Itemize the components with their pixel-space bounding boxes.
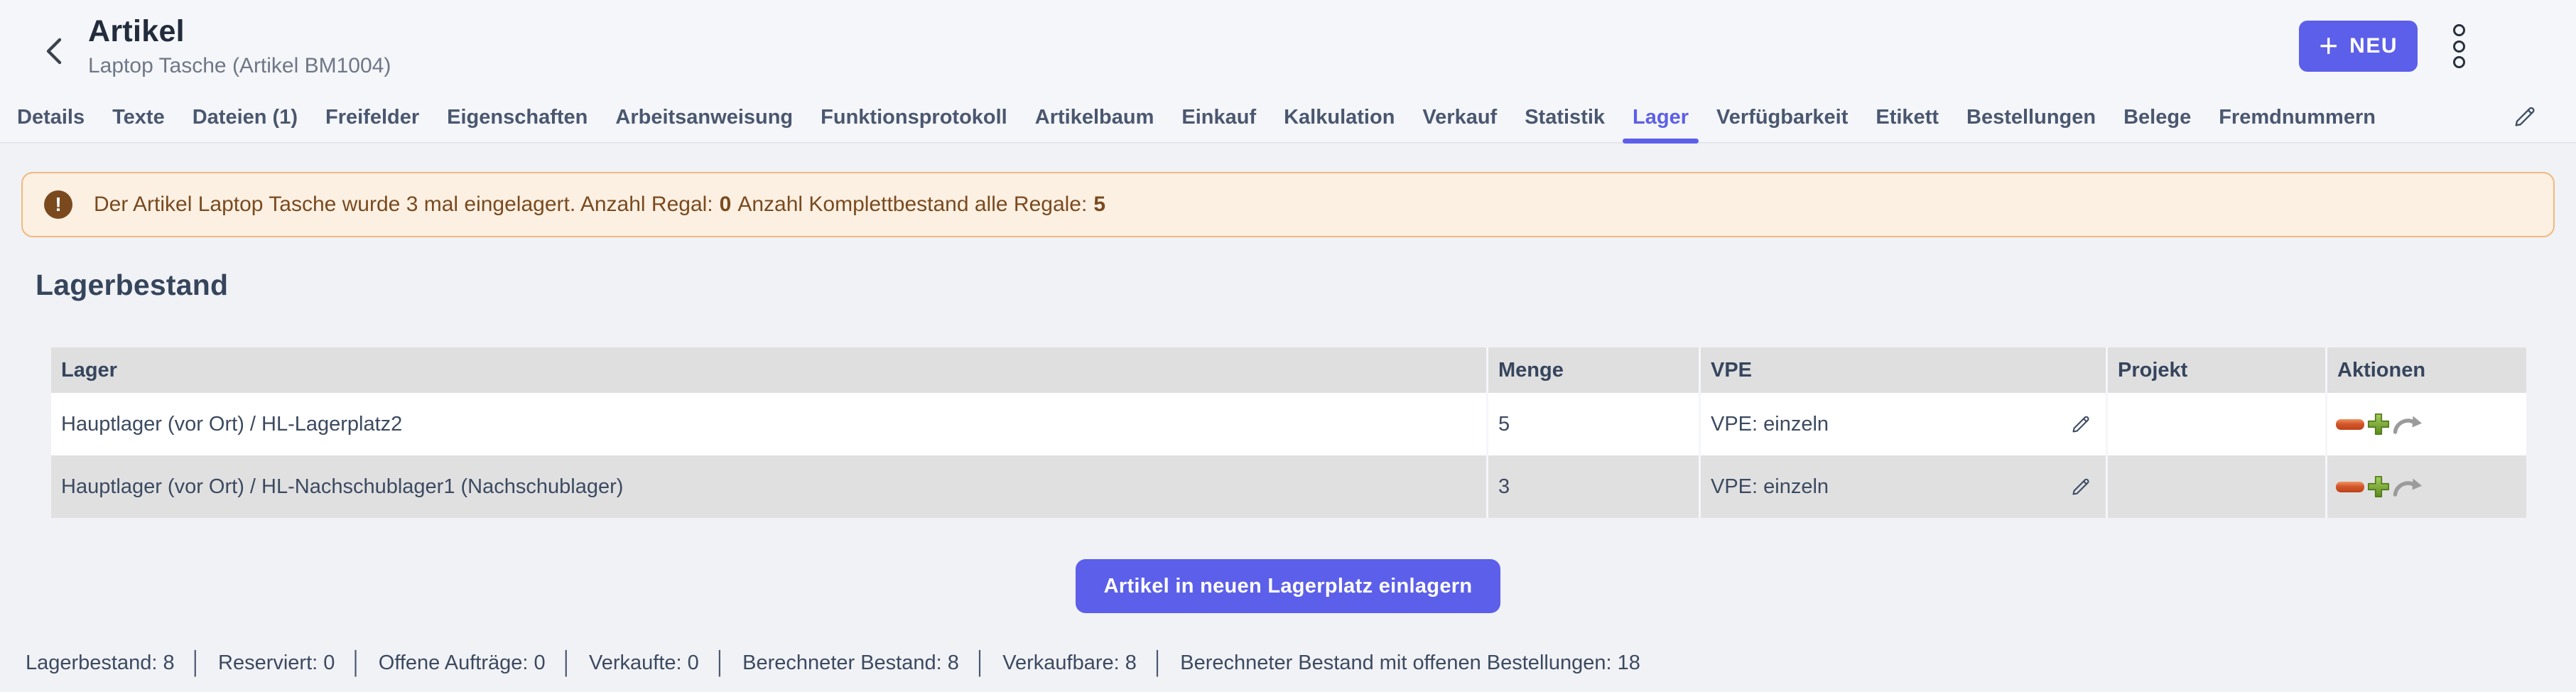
warning-text-part2: Anzahl Komplettbestand alle Regale: (737, 193, 1087, 216)
tab-arbeitsanweisung[interactable]: Arbeitsanweisung (615, 92, 793, 142)
pencil-icon (2069, 412, 2093, 436)
cell-vpe: VPE: einzeln (1701, 455, 2106, 518)
warning-text-part1: Der Artikel Laptop Tasche wurde 3 mal ei… (94, 193, 713, 216)
warning-icon: ! (44, 190, 72, 219)
vpe-value: VPE: einzeln (1711, 413, 1829, 436)
minus-icon (2336, 419, 2364, 430)
warning-value-regal: 0 (720, 193, 732, 216)
summary-item: Lagerbestand: 8 (26, 652, 175, 675)
edit-tabs-button[interactable] (2506, 92, 2543, 142)
summary-item: Offene Aufträge: 0 (379, 652, 546, 675)
tab-bestellungen[interactable]: Bestellungen (1966, 92, 2096, 142)
summary-item: Verkaufte: 0 (589, 652, 699, 675)
tab-bar: Details Texte Dateien (1) Freifelder Eig… (0, 92, 2576, 144)
increase-stock-button[interactable] (2366, 475, 2391, 499)
cell-aktionen (2327, 455, 2526, 518)
cell-menge: 5 (1488, 393, 1699, 455)
kebab-menu-icon[interactable] (2449, 21, 2469, 72)
tab-lager[interactable]: Lager (1633, 92, 1689, 142)
summary-separator: │ (350, 650, 363, 676)
stock-table: Lager Menge VPE Projekt Aktionen Hauptla… (51, 347, 2518, 518)
cell-menge: 3 (1488, 455, 1699, 518)
new-button[interactable]: + NEU (2299, 21, 2418, 72)
cell-projekt (2108, 393, 2325, 455)
plus-icon (2366, 412, 2391, 436)
tab-eigenschaften[interactable]: Eigenschaften (447, 92, 588, 142)
page-title: Artikel (88, 14, 391, 49)
summary-separator: │ (714, 650, 727, 676)
summary-separator: │ (974, 650, 987, 676)
decrease-stock-button[interactable] (2336, 482, 2364, 492)
section-title: Lagerbestand (36, 269, 2576, 302)
tab-etikett[interactable]: Etikett (1876, 92, 1939, 142)
lager-tab-content: ! Der Artikel Laptop Tasche wurde 3 mal … (0, 172, 2576, 676)
summary-item: Reserviert: 0 (218, 652, 335, 675)
tab-fremdnummern[interactable]: Fremdnummern (2219, 92, 2376, 142)
pencil-icon (2069, 475, 2093, 499)
column-header-aktionen: Aktionen (2327, 347, 2526, 393)
tab-details[interactable]: Details (17, 92, 85, 142)
tab-dateien[interactable]: Dateien (1) (193, 92, 298, 142)
cell-projekt (2108, 455, 2325, 518)
minus-icon (2336, 482, 2364, 492)
tab-belege[interactable]: Belege (2123, 92, 2191, 142)
page-header: Artikel Laptop Tasche (Artikel BM1004) +… (0, 0, 2576, 92)
column-header-menge: Menge (1488, 347, 1699, 393)
cell-lager: Hauptlager (vor Ort) / HL-Nachschublager… (51, 455, 1486, 518)
header-actions: + NEU (2299, 21, 2469, 72)
tab-funktionsprotokoll[interactable]: Funktionsprotokoll (821, 92, 1007, 142)
cell-lager: Hauptlager (vor Ort) / HL-Lagerplatz2 (51, 393, 1486, 455)
warning-text: Der Artikel Laptop Tasche wurde 3 mal ei… (94, 193, 1105, 217)
tab-einkauf[interactable]: Einkauf (1181, 92, 1256, 142)
redo-arrow-icon (2393, 476, 2423, 497)
pencil-icon (2511, 102, 2539, 133)
tab-kalkulation[interactable]: Kalkulation (1284, 92, 1395, 142)
redo-arrow-icon (2393, 413, 2423, 435)
transfer-stock-button[interactable] (2393, 476, 2423, 497)
summary-separator: │ (561, 650, 574, 676)
top-band: Artikel Laptop Tasche (Artikel BM1004) +… (0, 0, 2576, 144)
stock-summary-bar: Lagerbestand: 8 │ Reserviert: 0 │ Offene… (26, 650, 2576, 676)
tab-statistik[interactable]: Statistik (1525, 92, 1605, 142)
new-button-label: NEU (2349, 34, 2398, 58)
summary-item: Verkaufbare: 8 (1002, 652, 1137, 675)
cell-vpe: VPE: einzeln (1701, 393, 2106, 455)
tab-freifelder[interactable]: Freifelder (325, 92, 419, 142)
chevron-left-icon (44, 57, 64, 67)
summary-separator: │ (190, 650, 203, 676)
summary-separator: │ (1152, 650, 1165, 676)
transfer-stock-button[interactable] (2393, 413, 2423, 435)
edit-row-button[interactable] (2069, 475, 2093, 499)
table-actions: Artikel in neuen Lagerplatz einlagern (0, 559, 2576, 613)
plus-icon (2366, 475, 2391, 499)
summary-item: Berechneter Bestand mit offenen Bestellu… (1180, 652, 1640, 675)
summary-item: Berechneter Bestand: 8 (742, 652, 959, 675)
back-button[interactable] (44, 37, 64, 65)
column-header-lager: Lager (51, 347, 1486, 393)
warning-value-gesamt: 5 (1093, 193, 1105, 216)
tab-texte[interactable]: Texte (112, 92, 165, 142)
tab-verkauf[interactable]: Verkauf (1422, 92, 1497, 142)
tab-verfuegbarkeit[interactable]: Verfügbarkeit (1716, 92, 1848, 142)
edit-row-button[interactable] (2069, 412, 2093, 436)
article-detail-page: Artikel Laptop Tasche (Artikel BM1004) +… (0, 0, 2576, 676)
cell-aktionen (2327, 393, 2526, 455)
page-subtitle: Laptop Tasche (Artikel BM1004) (88, 54, 391, 78)
tab-artikelbaum[interactable]: Artikelbaum (1035, 92, 1154, 142)
warning-banner: ! Der Artikel Laptop Tasche wurde 3 mal … (21, 172, 2555, 237)
title-block: Artikel Laptop Tasche (Artikel BM1004) (88, 14, 391, 78)
store-in-new-location-button[interactable]: Artikel in neuen Lagerplatz einlagern (1076, 559, 1501, 613)
column-header-vpe: VPE (1701, 347, 2106, 393)
decrease-stock-button[interactable] (2336, 419, 2364, 430)
vpe-value: VPE: einzeln (1711, 475, 1829, 499)
column-header-projekt: Projekt (2108, 347, 2325, 393)
increase-stock-button[interactable] (2366, 412, 2391, 436)
